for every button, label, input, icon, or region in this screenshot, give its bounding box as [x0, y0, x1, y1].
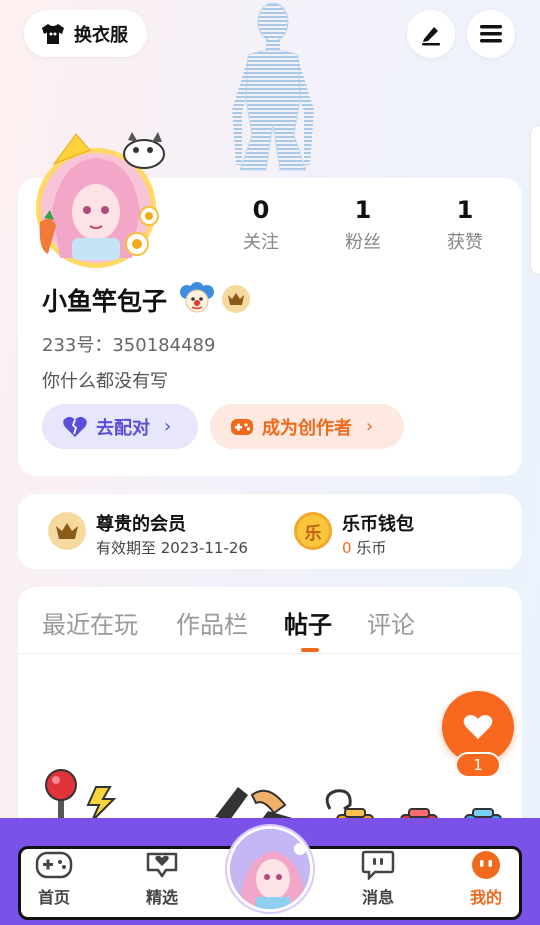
active-tab-indicator	[301, 648, 319, 652]
lightning-icon	[86, 786, 117, 822]
stat-following[interactable]: 0 关注	[210, 196, 312, 260]
edit-button[interactable]	[407, 10, 455, 58]
hook-icon	[325, 789, 352, 811]
pair-button[interactable]: 去配对 ›	[42, 404, 198, 449]
gamepad-icon	[231, 418, 253, 435]
vip-title[interactable]: 尊贵的会员	[96, 510, 186, 536]
menu-icon	[480, 25, 502, 43]
nav-label: 精选	[145, 888, 178, 907]
stat-label: 获赞	[447, 232, 483, 253]
stat-value: 1	[456, 196, 474, 224]
stat-followers[interactable]: 1 粉丝	[312, 196, 414, 260]
tab-comments[interactable]: 评论	[367, 605, 415, 640]
center-avatar-button[interactable]	[227, 826, 313, 912]
stat-value: 1	[354, 196, 372, 224]
nav-label: 我的	[469, 888, 502, 907]
wallet-amount: 0	[342, 539, 352, 557]
profile-stats: 0 关注 1 粉丝 1 获赞	[210, 196, 516, 260]
vip-expiry: 有效期至 2023-11-26	[96, 539, 248, 557]
gamepad-icon	[35, 851, 73, 879]
nav-featured[interactable]: 精选	[127, 850, 197, 916]
heart-icon	[463, 715, 493, 739]
chevron-right-icon: ›	[164, 416, 172, 437]
nav-messages[interactable]: 消息	[343, 850, 413, 916]
nav-label: 消息	[361, 888, 394, 907]
pair-label: 去配对	[96, 417, 150, 439]
heart-split-icon	[63, 416, 87, 437]
face-icon	[472, 851, 500, 879]
wardrobe-button[interactable]: 换衣服	[24, 10, 147, 57]
shirt-icon	[42, 23, 64, 44]
nav-label: 首页	[37, 888, 70, 907]
wallet-unit: 乐币	[356, 539, 387, 557]
become-creator-button[interactable]: 成为创作者 ›	[210, 404, 404, 449]
heart-badge-icon	[146, 852, 178, 878]
creator-label: 成为创作者	[262, 417, 352, 439]
stat-label: 粉丝	[345, 232, 381, 253]
user-id: 233号：350184489	[42, 335, 216, 356]
tab-divider	[18, 653, 522, 654]
stat-value: 0	[252, 196, 270, 224]
tab-works[interactable]: 作品栏	[176, 605, 248, 640]
tab-recently-played[interactable]: 最近在玩	[42, 605, 138, 640]
wallet-title[interactable]: 乐币钱包	[342, 510, 414, 536]
wardrobe-label: 换衣服	[74, 24, 128, 46]
clown-emoji-icon	[180, 282, 214, 314]
coin-icon: 乐	[294, 512, 332, 550]
nav-mine[interactable]: 我的	[451, 850, 521, 916]
chat-bubble-icon	[361, 850, 395, 880]
stat-likes[interactable]: 1 获赞	[414, 196, 516, 260]
tab-posts[interactable]: 帖子	[284, 605, 332, 640]
wallet-balance: 0 乐币	[342, 537, 386, 558]
vip-crown-badge[interactable]	[222, 285, 250, 313]
crown-icon	[228, 293, 244, 305]
menu-button[interactable]	[467, 10, 515, 58]
membership-card	[18, 494, 522, 569]
chevron-right-icon: ›	[366, 416, 374, 437]
username: 小鱼竿包子	[42, 287, 168, 316]
pen-icon	[422, 27, 440, 46]
side-drawer-handle[interactable]	[530, 125, 540, 275]
user-bio: 你什么都没有写	[42, 371, 168, 392]
stat-label: 关注	[243, 232, 279, 253]
avatar-figure-silhouette[interactable]	[218, 0, 328, 180]
crown-icon	[48, 512, 86, 550]
nav-home[interactable]: 首页	[19, 850, 89, 916]
user-avatar[interactable]	[32, 130, 174, 270]
